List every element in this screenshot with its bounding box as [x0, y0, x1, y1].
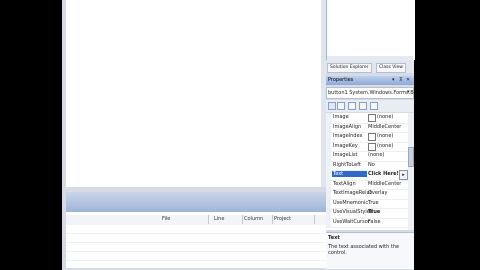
object-selector[interactable]: button1 System.Windows.Forms.B ▾ — [326, 87, 414, 99]
property-value[interactable]: False — [368, 219, 381, 225]
property-name: ImageIndex — [333, 133, 363, 139]
property-name: ImageList — [333, 152, 358, 158]
property-name: UseWaitCursor — [333, 218, 370, 225]
row-gutter — [326, 151, 331, 161]
edit-value-button[interactable]: ▸ — [399, 170, 408, 180]
property-grid-scrollbar[interactable] — [408, 113, 414, 230]
column-header-line[interactable]: Line — [212, 215, 243, 224]
property-name: Image — [333, 114, 349, 120]
property-value[interactable]: (none) — [368, 152, 384, 158]
categorized-icon[interactable] — [328, 102, 336, 110]
dropdown-icon[interactable]: ▾ — [392, 77, 395, 83]
value-swatch-icon — [368, 142, 376, 151]
property-description-panel: Text The text associated with the contro… — [326, 232, 414, 269]
property-value[interactable]: Click Here! — [368, 171, 399, 177]
property-name: Text — [332, 171, 367, 177]
properties-toolbar — [326, 100, 414, 112]
property-value[interactable]: MiddleCenter — [368, 181, 401, 187]
property-name: ImageAlign — [333, 123, 362, 130]
property-name: TextAlign — [333, 180, 356, 187]
property-name: TextImageRelat — [333, 190, 372, 196]
error-list-header — [66, 192, 326, 212]
row-gutter — [326, 122, 331, 132]
row-gutter — [326, 132, 331, 142]
property-value[interactable]: (none) — [377, 143, 393, 149]
column-header-file[interactable]: File — [160, 215, 209, 224]
property-value[interactable]: True — [368, 200, 379, 206]
row-gutter — [326, 208, 331, 218]
property-value[interactable]: (none) — [377, 133, 393, 139]
chevron-down-icon: ▾ — [407, 89, 410, 95]
value-swatch-icon — [368, 114, 376, 122]
row-gutter — [326, 189, 331, 199]
row-gutter — [326, 179, 331, 189]
property-value[interactable]: True — [368, 209, 380, 215]
row-gutter — [326, 160, 331, 170]
property-name: ImageKey — [333, 142, 358, 149]
pin-icon[interactable]: ⊼ — [399, 77, 403, 83]
events-icon[interactable] — [359, 102, 367, 110]
form-designer-canvas[interactable] — [66, 0, 322, 187]
solution-explorer-panel — [326, 0, 415, 60]
property-value[interactable]: Overlay — [368, 190, 387, 196]
properties-title-bar: Properties ▾ ⊼ ✕ — [326, 76, 414, 85]
property-name: UseMnemonic — [333, 199, 369, 206]
row-gutter — [326, 217, 331, 227]
tab-solution-explorer[interactable]: Solution Explorer — [327, 63, 372, 73]
row-gutter — [326, 198, 331, 208]
tab-class-view[interactable]: Class View — [376, 63, 406, 73]
column-header-project[interactable]: Project — [272, 215, 315, 224]
row-gutter — [326, 141, 331, 151]
property-row[interactable]: UseWaitCursor False — [326, 217, 408, 228]
value-swatch-icon — [368, 133, 376, 141]
description-title: Text — [328, 235, 340, 241]
row-gutter — [326, 170, 331, 180]
property-value[interactable]: MiddleCenter — [368, 124, 401, 130]
close-icon[interactable]: ✕ — [406, 77, 410, 83]
property-name: RightToLeft — [333, 161, 361, 168]
property-pages-icon[interactable] — [370, 102, 378, 110]
alphabetical-icon[interactable] — [337, 102, 345, 110]
error-list-grid — [66, 225, 326, 268]
properties-title: Properties — [328, 77, 354, 83]
row-gutter — [326, 113, 331, 123]
properties-icon[interactable] — [348, 102, 356, 110]
scrollbar-thumb[interactable] — [408, 147, 414, 167]
property-value[interactable]: (none) — [377, 114, 393, 120]
column-header-column[interactable]: Column — [242, 215, 273, 224]
property-value[interactable]: No — [368, 162, 375, 168]
solution-tabs: Solution Explorer Class View — [326, 61, 414, 73]
property-grid: Image (none) ImageAlign MiddleCenter ImageIn… — [326, 113, 408, 230]
description-text: The text associated with the control. — [328, 244, 400, 256]
object-selector-value: button1 System.Windows.Forms.B — [328, 90, 414, 96]
